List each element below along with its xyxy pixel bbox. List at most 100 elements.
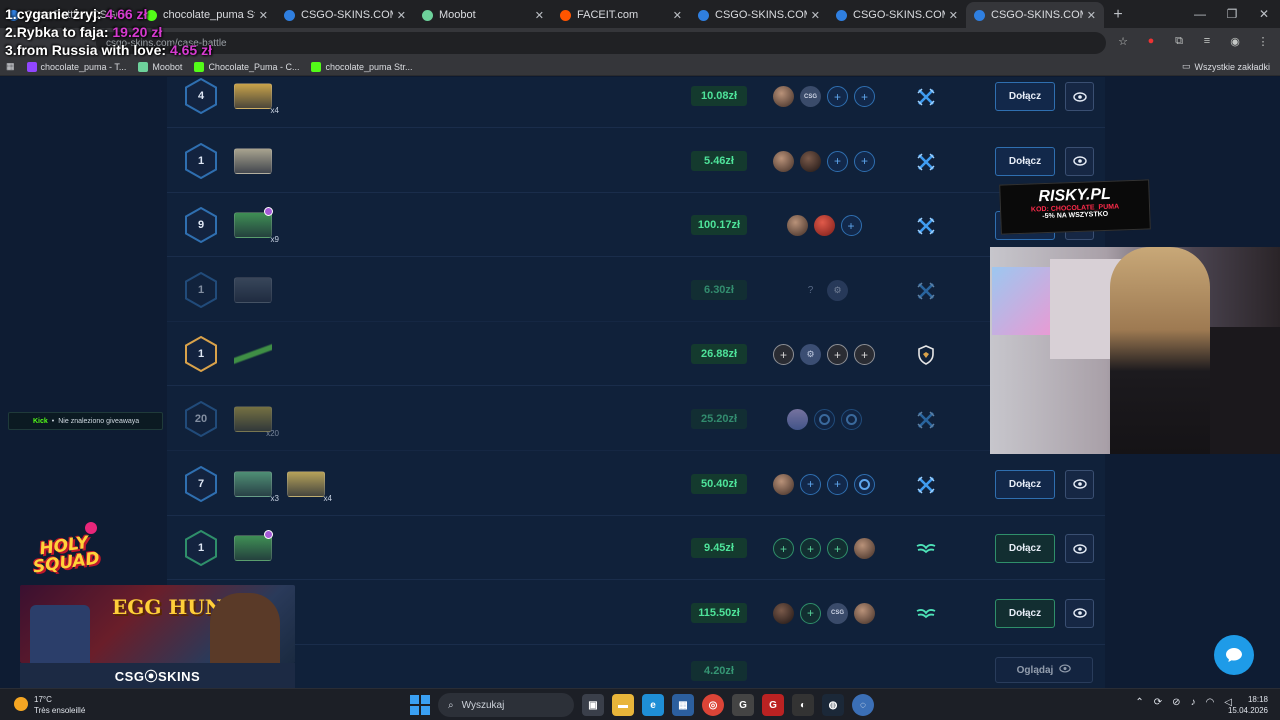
- join-slot-plus-icon[interactable]: +: [840, 215, 862, 237]
- rounds-count: 1: [197, 348, 205, 361]
- media-icon[interactable]: ≡: [1200, 34, 1214, 48]
- join-slot-plus-icon[interactable]: +: [827, 473, 848, 495]
- donation-name: Rybka to faja:: [16, 24, 109, 40]
- watch-eye-button[interactable]: [1065, 469, 1094, 499]
- clock[interactable]: 18:18 15.04.2026: [1228, 694, 1268, 716]
- browser-tab[interactable]: Moobot ✕: [414, 2, 552, 28]
- tray-sync-icon[interactable]: ⟳: [1154, 697, 1162, 708]
- case-item: [234, 147, 272, 174]
- taskbar-search[interactable]: ⌕ Wyszukaj: [438, 693, 574, 717]
- join-slot-plus-icon[interactable]: +: [800, 538, 821, 560]
- join-slot-plus-icon[interactable]: +: [827, 538, 848, 560]
- swords-mode-icon: [915, 280, 937, 302]
- browser-tab[interactable]: FACEIT.com ✕: [552, 2, 690, 28]
- rounds-count: 9: [197, 219, 205, 232]
- bookmark-item[interactable]: Moobot: [138, 61, 182, 72]
- bookmark-grid-icon[interactable]: ▦: [6, 61, 15, 72]
- battle-price: 26.88zł: [691, 344, 747, 365]
- close-window-icon[interactable]: ✕: [1248, 7, 1280, 21]
- egg-hunt-banner: EGG HUNT: [20, 585, 295, 663]
- tray-chevron-icon[interactable]: ⌃: [1135, 697, 1143, 708]
- extensions-puzzle-icon[interactable]: ⧉: [1172, 34, 1186, 48]
- watch-eye-button[interactable]: [1065, 82, 1094, 111]
- join-button[interactable]: Dołącz: [995, 598, 1055, 628]
- new-tab-button[interactable]: +: [1104, 2, 1132, 28]
- join-button[interactable]: Dołącz: [995, 534, 1055, 564]
- ghub-red-icon[interactable]: G: [762, 694, 784, 716]
- player-avatar: [786, 409, 808, 430]
- all-bookmarks-label: Wszystkie zakładki: [1194, 61, 1270, 72]
- chat-button[interactable]: [1214, 635, 1254, 675]
- swords-mode-icon: [915, 215, 937, 237]
- bookmark-item[interactable]: Chocolate_Puma - C...: [194, 61, 299, 72]
- join-slot-plus-icon[interactable]: +: [800, 602, 821, 624]
- watch-eye-button[interactable]: [1065, 598, 1094, 628]
- case-badge-icon: [264, 530, 273, 540]
- microphone-icon[interactable]: ♪: [1191, 697, 1196, 708]
- weather-temp: 17°C: [34, 695, 52, 704]
- join-slot-plus-icon[interactable]: +: [854, 344, 875, 366]
- join-slot-plus-icon[interactable]: +: [827, 86, 848, 107]
- tab-close-icon[interactable]: ✕: [949, 9, 958, 22]
- minimize-icon[interactable]: —: [1184, 7, 1216, 21]
- store-icon[interactable]: ▦: [672, 694, 694, 716]
- battle-row: 4 x4 10.08zł CSG + + Dołącz: [167, 77, 1105, 128]
- battle-price: 50.40zł: [691, 473, 747, 494]
- watch-eye-button[interactable]: [1065, 534, 1094, 564]
- menu-icon[interactable]: ⋮: [1256, 34, 1270, 48]
- weather-widget[interactable]: 17°C Très ensoleillé: [14, 694, 85, 716]
- tray-network-off-icon[interactable]: ⊘: [1172, 697, 1180, 708]
- tab-close-icon[interactable]: ✕: [397, 9, 406, 22]
- chrome-icon[interactable]: ◎: [702, 694, 724, 716]
- task-view-icon[interactable]: ▣: [582, 694, 604, 716]
- edge-icon[interactable]: e: [642, 694, 664, 716]
- wings-mode-icon: [915, 603, 937, 625]
- bookmark-favicon-icon: [26, 61, 37, 72]
- browser-tab[interactable]: CSGO-SKINS.COM - Najle ✕: [966, 2, 1104, 28]
- browser-tab[interactable]: CSGO-SKINS.COM - Najle ✕: [690, 2, 828, 28]
- bookmark-item[interactable]: chocolate_puma - T...: [26, 61, 126, 72]
- rounds-badge: 1: [183, 142, 219, 179]
- ghub-icon[interactable]: G: [732, 694, 754, 716]
- webcam-feed: [990, 247, 1280, 454]
- join-slot-plus-icon[interactable]: +: [827, 344, 848, 366]
- profile-avatar-icon[interactable]: ◉: [1228, 34, 1242, 48]
- tab-close-icon[interactable]: ✕: [259, 9, 268, 22]
- file-explorer-icon[interactable]: ▬: [612, 694, 634, 716]
- player-avatar: ⚙: [800, 344, 821, 366]
- eye-icon: [1072, 608, 1087, 618]
- watch-eye-button[interactable]: [1065, 146, 1094, 176]
- app-icon[interactable]: ◌: [852, 694, 874, 716]
- extension-icon[interactable]: ●: [1144, 34, 1158, 48]
- tab-favicon-icon: [560, 9, 571, 21]
- browser-tab[interactable]: CSGO-SKINS.COM - Najle ✕: [828, 2, 966, 28]
- browser-tab[interactable]: CSGO-SKINS.COM - Najle ✕: [276, 2, 414, 28]
- join-button[interactable]: Dołącz: [995, 469, 1055, 499]
- wifi-icon[interactable]: ◠: [1206, 697, 1215, 708]
- bookmark-item[interactable]: chocolate_puma Str...: [311, 61, 413, 72]
- join-slot-plus-icon[interactable]: +: [827, 150, 848, 172]
- obs-icon[interactable]: ◐: [792, 694, 814, 716]
- join-button[interactable]: Dołącz: [995, 82, 1055, 111]
- restore-icon[interactable]: ❐: [1216, 7, 1248, 21]
- watch-button[interactable]: Oglądaj: [995, 657, 1093, 684]
- join-slot-plus-icon[interactable]: +: [800, 473, 821, 495]
- tab-close-icon[interactable]: ✕: [1087, 9, 1096, 22]
- steam-icon[interactable]: ◍: [822, 694, 844, 716]
- all-bookmarks-folder[interactable]: ▭ Wszystkie zakładki: [1182, 61, 1270, 72]
- join-slot-plus-icon[interactable]: +: [773, 538, 794, 560]
- bookmark-favicon-icon: [194, 61, 205, 72]
- swords-mode-icon: [915, 151, 937, 173]
- tab-label: FACEIT.com: [577, 9, 639, 21]
- tab-close-icon[interactable]: ✕: [535, 9, 544, 22]
- join-slot-plus-icon[interactable]: +: [854, 150, 875, 172]
- address-bar[interactable]: csgo-skins.com/case-battle: [96, 32, 1106, 54]
- tab-close-icon[interactable]: ✕: [673, 9, 682, 22]
- join-slot-plus-icon[interactable]: +: [854, 86, 875, 107]
- bookmark-star-icon[interactable]: ☆: [1116, 34, 1130, 48]
- join-slot-plus-icon[interactable]: +: [773, 344, 794, 366]
- join-button[interactable]: Dołącz: [995, 146, 1055, 176]
- start-button[interactable]: [410, 695, 430, 715]
- tab-close-icon[interactable]: ✕: [811, 9, 820, 22]
- tab-favicon-icon: [284, 9, 295, 21]
